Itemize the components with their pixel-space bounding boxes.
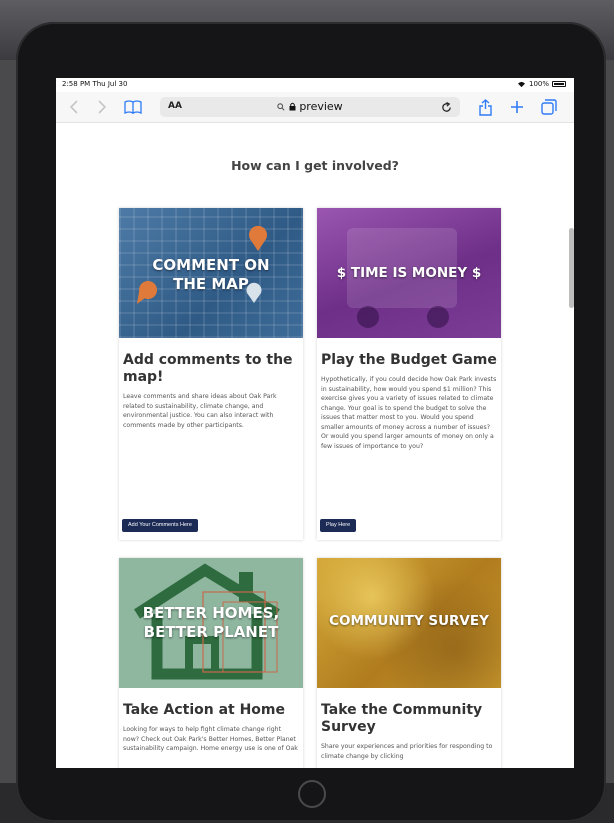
search-icon (277, 103, 285, 111)
bookmarks-button[interactable] (122, 97, 144, 117)
card-image-label: COMMUNITY SURVEY (329, 613, 489, 629)
wifi-icon (517, 81, 525, 87)
card-image-label: COMMENT ON (152, 256, 270, 274)
card-title: Take the Community Survey (321, 702, 483, 735)
card-better-homes: BETTER HOMES, BETTER PLANET Take Action … (119, 558, 303, 768)
truck-wheel (357, 306, 379, 328)
reload-icon (442, 101, 451, 112)
card-text: Hypothetically, if you could decide how … (321, 376, 497, 450)
forward-button[interactable] (94, 97, 110, 117)
card-budget-game: $ TIME IS MONEY $ Play the Budget Game H… (317, 208, 501, 540)
card-text: Leave comments and share ideas about Oak… (123, 393, 277, 429)
card-comment-map: COMMENT ON THE MAP Add comments to the m… (119, 208, 303, 540)
status-time: 2:58 PM (62, 80, 91, 88)
card-image-label: $ TIME IS MONEY $ (336, 265, 482, 281)
card-title: Take Action at Home (123, 702, 286, 718)
tabs-button[interactable] (540, 97, 558, 117)
card-text: Share your experiences and priorities fo… (321, 743, 493, 760)
card-image-label: BETTER HOMES, (142, 604, 280, 622)
address-text: preview (299, 100, 343, 113)
card-image-survey: COMMUNITY SURVEY (317, 558, 501, 688)
card-title: Add comments to the map! (123, 352, 293, 385)
tabs-icon (541, 99, 557, 115)
card-image-label: THE MAP (173, 275, 249, 293)
share-button[interactable] (476, 97, 494, 117)
map-pin-icon (249, 225, 267, 251)
add-comments-button[interactable]: Add Your Comments Here (122, 519, 198, 532)
page-heading: How can I get involved? (231, 158, 399, 173)
truck-wheel (427, 306, 449, 328)
lock-icon (289, 102, 296, 111)
reload-button[interactable] (441, 99, 452, 117)
tablet-screen: 2:58 PM Thu Jul 30 100% AA preview How c… (56, 78, 574, 768)
battery-icon (552, 81, 566, 87)
new-tab-button[interactable] (508, 97, 526, 117)
browser-toolbar: AA preview (56, 92, 574, 123)
card-image-label: BETTER PLANET (143, 623, 279, 641)
card-community-survey: COMMUNITY SURVEY Take the Community Surv… (317, 558, 501, 768)
share-icon (478, 98, 492, 116)
status-date: Thu Jul 30 (92, 80, 128, 88)
chevron-right-icon (98, 100, 106, 114)
scrollbar-thumb[interactable] (569, 228, 574, 308)
book-icon (124, 100, 142, 114)
address-bar[interactable]: AA preview (160, 97, 460, 117)
plus-icon (511, 101, 523, 113)
card-image-budget: $ TIME IS MONEY $ (317, 208, 501, 338)
play-here-button[interactable]: Play Here (320, 519, 357, 532)
chevron-left-icon (70, 100, 78, 114)
home-button[interactable] (298, 780, 326, 808)
card-title: Play the Budget Game (321, 352, 497, 368)
status-bar: 2:58 PM Thu Jul 30 100% (56, 78, 574, 92)
battery-percent: 100% (528, 80, 549, 88)
card-text: Looking for ways to help fight climate c… (123, 726, 298, 752)
card-image-map: COMMENT ON THE MAP (119, 208, 303, 338)
back-button[interactable] (66, 97, 82, 117)
card-image-homes: BETTER HOMES, BETTER PLANET (119, 558, 303, 688)
